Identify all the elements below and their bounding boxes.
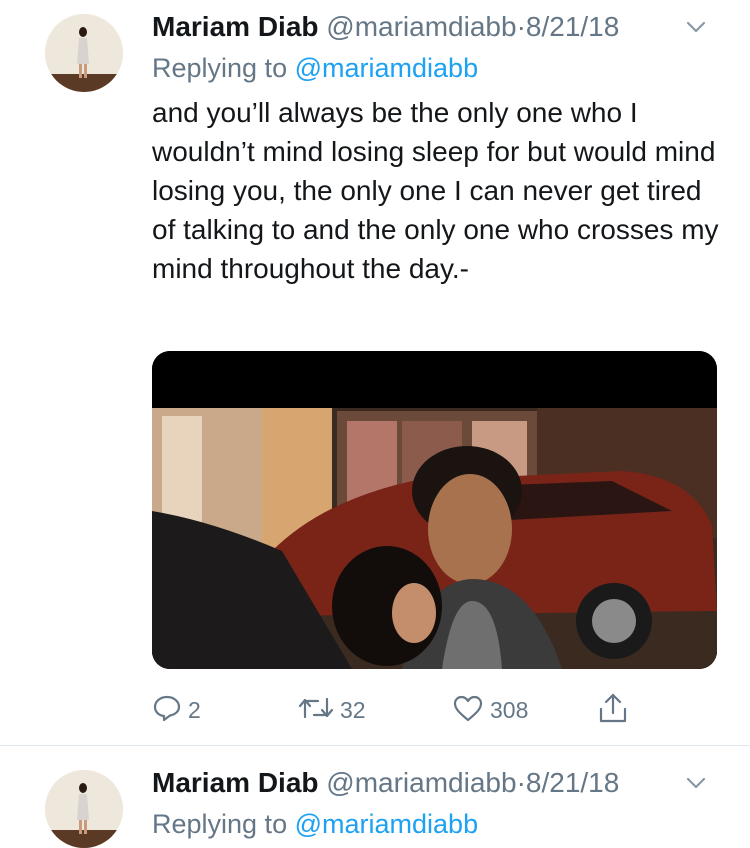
separator-dot: · <box>516 11 526 42</box>
replying-prefix: Replying to <box>152 53 288 83</box>
tweet-header: Mariam Diab @mariamdiabb·8/21/18 <box>152 9 710 45</box>
heart-icon <box>452 693 484 728</box>
author-handle[interactable]: @mariamdiabb <box>326 767 516 798</box>
tweet-text: and you’ll always be the only one who I … <box>152 97 719 284</box>
author-name[interactable]: Mariam Diab <box>152 11 319 42</box>
replying-to: Replying to @mariamdiabb <box>152 807 478 841</box>
tweet[interactable]: Mariam Diab @mariamdiabb·8/21/18 Replyin… <box>0 0 750 746</box>
author-handle[interactable]: @mariamdiabb <box>326 11 516 42</box>
avatar[interactable] <box>45 770 123 848</box>
tweet-date[interactable]: 8/21/18 <box>526 767 619 798</box>
tweet-actions: 2 32 308 <box>152 690 652 730</box>
tweet[interactable]: Mariam Diab @mariamdiabb·8/21/18 Replyin… <box>0 746 750 848</box>
reply-count: 2 <box>188 696 201 723</box>
replying-mention-link[interactable]: @mariamdiabb <box>295 53 478 83</box>
chevron-down-icon[interactable] <box>682 9 710 45</box>
like-count: 308 <box>490 696 529 723</box>
photo-image <box>152 351 717 669</box>
avatar[interactable] <box>45 14 123 92</box>
reply-button[interactable]: 2 <box>152 690 201 730</box>
separator-dot: · <box>516 767 526 798</box>
retweet-count: 32 <box>340 696 366 723</box>
replying-prefix: Replying to <box>152 809 288 839</box>
replying-mention-link[interactable]: @mariamdiabb <box>295 809 478 839</box>
avatar-image <box>45 770 123 848</box>
tweet-header: Mariam Diab @mariamdiabb·8/21/18 <box>152 765 710 801</box>
author-name[interactable]: Mariam Diab <box>152 767 319 798</box>
tweet-photo[interactable] <box>152 351 717 669</box>
avatar-image <box>45 14 123 92</box>
like-button[interactable]: 308 <box>452 690 528 730</box>
chevron-down-icon[interactable] <box>682 765 710 801</box>
reply-icon <box>152 693 182 728</box>
share-icon <box>597 691 629 730</box>
share-button[interactable] <box>597 690 629 730</box>
retweet-button[interactable]: 32 <box>298 690 366 730</box>
tweet-date[interactable]: 8/21/18 <box>526 11 619 42</box>
replying-to: Replying to @mariamdiabb <box>152 51 478 85</box>
retweet-icon <box>298 693 334 728</box>
